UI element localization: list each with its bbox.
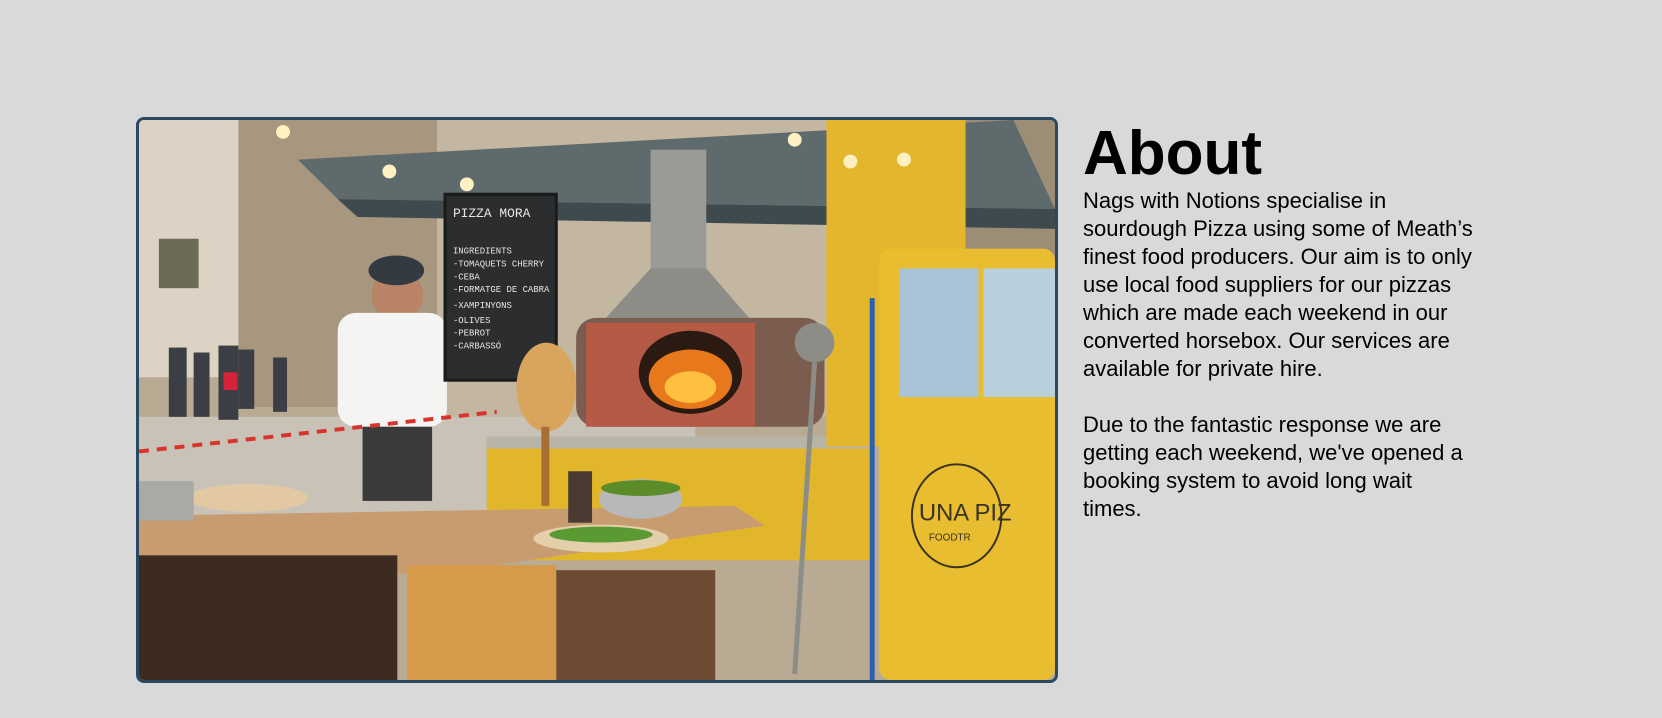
about-section: UNA PIZ FOODTR PIZZA MORA INGREDIENTS -T… xyxy=(136,117,1476,687)
menu-board-line: -FORMATGE DE CABRA xyxy=(453,285,550,295)
menu-board-line: -CARBASSÓ xyxy=(453,341,501,352)
menu-board-line: -XAMPINYONS xyxy=(453,301,512,311)
truck-logo-text: UNA PIZ xyxy=(919,500,1012,527)
photo-illustration: UNA PIZ FOODTR PIZZA MORA INGREDIENTS -T… xyxy=(139,120,1055,680)
pizza-truck-photo: UNA PIZ FOODTR PIZZA MORA INGREDIENTS -T… xyxy=(136,117,1058,683)
menu-board-title: PIZZA MORA xyxy=(453,206,531,221)
menu-board-line: -CEBA xyxy=(453,272,480,282)
about-paragraph-intro: Nags with Notions specialise in sourdoug… xyxy=(1083,188,1473,381)
menu-board-line: -PEBROT xyxy=(453,329,491,339)
menu-board-line: -TOMAQUETS CHERRY xyxy=(453,259,545,269)
menu-board-line: INGREDIENTS xyxy=(453,247,512,257)
menu-board-line: -OLIVES xyxy=(453,316,490,326)
about-text-column: About Nags with Notions specialise in so… xyxy=(1083,117,1473,551)
truck-logo-subtext: FOODTR xyxy=(929,533,971,544)
about-heading: About xyxy=(1083,119,1263,188)
about-paragraph-booking: Due to the fantastic response we are get… xyxy=(1083,412,1463,521)
